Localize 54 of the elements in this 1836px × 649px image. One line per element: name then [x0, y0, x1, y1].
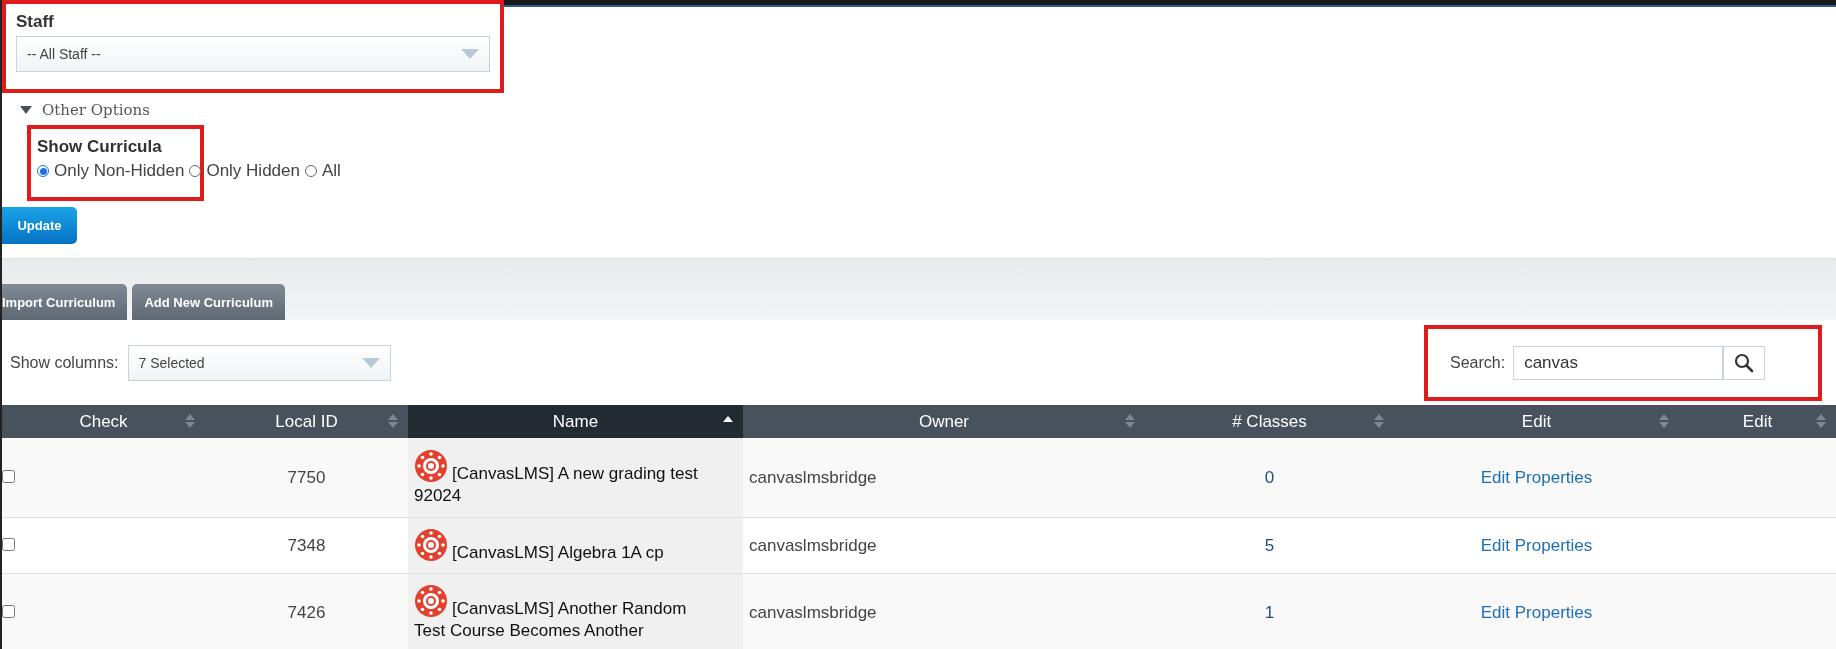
table-cell: 0: [1264, 467, 1275, 487]
staff-dropdown[interactable]: -- All Staff --: [16, 36, 490, 72]
column-header[interactable]: Edit: [1394, 405, 1679, 438]
table-cell: 7750: [287, 467, 326, 487]
row-checkbox[interactable]: [2, 469, 15, 483]
action-button[interactable]: Import Curriculum: [2, 284, 128, 320]
table-cell: 7348: [287, 535, 326, 555]
ring-logo-icon: [414, 584, 448, 618]
sort-icon: [1374, 414, 1384, 428]
sort-icon: [388, 414, 398, 428]
search-icon: [1734, 352, 1755, 373]
sort-icon: [1659, 414, 1669, 428]
edit-properties-link[interactable]: Edit Properties: [1480, 603, 1593, 622]
sort-icon: [185, 414, 195, 428]
column-header[interactable]: Name: [408, 405, 743, 438]
column-header[interactable]: Check: [2, 405, 205, 438]
column-header[interactable]: Local ID: [205, 405, 408, 438]
sort-up-icon: [723, 416, 733, 422]
search-label: Search:: [1450, 353, 1506, 372]
action-button[interactable]: Add New Curriculum: [132, 284, 285, 320]
update-button[interactable]: Update: [2, 207, 77, 244]
table-cell: canvaslmsbridge: [749, 535, 877, 555]
table-cell: [CanvasLMS] Another Random Test Course Becomes Another: [414, 584, 737, 642]
show-curricula-label: Show Curricula: [37, 137, 163, 157]
column-header[interactable]: # Classes: [1145, 405, 1394, 438]
staff-label: Staff: [16, 12, 55, 32]
radio-option[interactable]: All: [304, 161, 341, 181]
radio-option[interactable]: Only Hidden: [189, 161, 300, 181]
caret-icon: [461, 49, 479, 59]
table-cell: canvaslmsbridge: [749, 467, 877, 487]
search-button[interactable]: [1723, 345, 1766, 380]
column-header[interactable]: Owner: [743, 405, 1145, 438]
table-cell: [CanvasLMS] A new grading test 92024: [414, 448, 737, 507]
table-cell: canvaslmsbridge: [749, 603, 877, 622]
column-header[interactable]: Edit: [1679, 405, 1836, 438]
radio-option[interactable]: Only Non-Hidden: [37, 161, 185, 181]
ring-logo-icon: [414, 448, 448, 483]
table-cell: 5: [1264, 535, 1275, 555]
show-columns-label: Show columns:: [10, 353, 119, 372]
row-checkbox[interactable]: [2, 605, 15, 618]
sort-icon: [1125, 414, 1135, 428]
row-checkbox[interactable]: [2, 537, 15, 551]
edit-properties-link[interactable]: Edit Properties: [1480, 535, 1593, 555]
triangle-icon: [20, 106, 32, 114]
table-cell: [CanvasLMS] Algebra 1A cp: [414, 527, 737, 564]
caret-icon: [361, 357, 380, 368]
search-field[interactable]: canvas: [1513, 345, 1724, 380]
table-cell: 1: [1264, 603, 1275, 622]
sort-icon: [1816, 414, 1826, 428]
other-options-toggle[interactable]: Other Options: [20, 101, 1836, 119]
columns-dropdown[interactable]: 7 Selected: [127, 344, 391, 381]
ring-logo-icon: [414, 527, 448, 562]
table-cell: 7426: [287, 603, 326, 622]
edit-properties-link[interactable]: Edit Properties: [1480, 467, 1593, 487]
